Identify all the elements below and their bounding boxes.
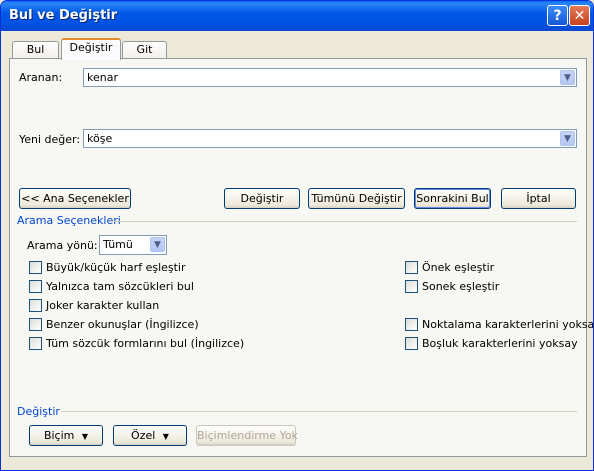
search-direction-label: Arama yönü: — [27, 239, 98, 252]
tab-goto[interactable]: Git — [122, 41, 167, 59]
search-direction-value: Tümü — [103, 238, 133, 251]
cancel-button[interactable]: İptal — [501, 188, 576, 209]
ignore-whitespace-label: Boşluk karakterlerini yoksay — [422, 337, 578, 350]
whole-words-label: Yalnızca tam sözcükleri bul — [46, 280, 194, 293]
format-button[interactable]: Biçim ▼ — [29, 425, 103, 446]
wildcards-checkbox[interactable] — [29, 299, 42, 312]
find-value: kenar — [87, 71, 118, 84]
replace-section-divider — [61, 411, 577, 412]
help-button[interactable]: ? — [547, 5, 568, 26]
special-button-label: Özel — [131, 429, 156, 442]
match-case-checkbox[interactable] — [29, 261, 42, 274]
ignore-whitespace-checkbox[interactable] — [405, 337, 418, 350]
ignore-punctuation-checkbox[interactable] — [405, 318, 418, 331]
tab-replace[interactable]: Değiştir — [61, 38, 121, 60]
sounds-like-label: Benzer okunuşlar (İngilizce) — [46, 318, 199, 331]
match-prefix-checkbox[interactable] — [405, 261, 418, 274]
ignore-punctuation-label: Noktalama karakterlerini yoksay — [422, 318, 594, 331]
no-formatting-button[interactable]: Biçimlendirme Yok — [196, 425, 298, 446]
all-word-forms-checkbox[interactable] — [29, 337, 42, 350]
match-prefix-label: Önek eşleştir — [422, 261, 495, 274]
replace-section-title: Değiştir — [17, 405, 60, 418]
sounds-like-checkbox[interactable] — [29, 318, 42, 331]
window-title: Bul ve Değiştir — [9, 8, 118, 23]
search-options-title: Arama Seçenekleri — [17, 214, 121, 227]
chevron-down-icon[interactable]: ▼ — [560, 70, 575, 85]
search-direction-select[interactable]: Tümü ▼ — [99, 235, 167, 255]
find-replace-dialog: Bul ve Değiştir ? ✕ Bul Değiştir Git Ara… — [0, 0, 594, 471]
whole-words-checkbox[interactable] — [29, 280, 42, 293]
wildcards-label: Joker karakter kullan — [46, 299, 160, 312]
chevron-down-icon[interactable]: ▼ — [560, 131, 575, 146]
replace-all-button[interactable]: Tümünü Değiştir — [308, 188, 405, 209]
dropdown-arrow-icon: ▼ — [162, 432, 169, 441]
match-case-label: Büyük/küçük harf eşleştir — [46, 261, 186, 274]
format-button-label: Biçim — [43, 429, 75, 442]
search-options-divider — [111, 221, 577, 222]
title-bar[interactable]: Bul ve Değiştir ? ✕ — [1, 1, 593, 31]
replace-label: Yeni değer: — [19, 133, 81, 146]
match-suffix-label: Sonek eşleştir — [422, 280, 500, 293]
less-options-button[interactable]: << Ana Seçenekler — [19, 188, 131, 209]
all-word-forms-label: Tüm sözcük formlarını bul (İngilizce) — [46, 337, 245, 350]
close-button[interactable]: ✕ — [569, 5, 590, 26]
find-next-button[interactable]: Sonrakini Bul — [414, 188, 491, 209]
replace-value: köşe — [87, 132, 113, 145]
tab-find[interactable]: Bul — [12, 41, 59, 59]
chevron-down-icon[interactable]: ▼ — [150, 237, 165, 252]
match-suffix-checkbox[interactable] — [405, 280, 418, 293]
dropdown-arrow-icon: ▼ — [81, 432, 89, 441]
find-label: Aranan: — [19, 71, 63, 84]
special-button[interactable]: Özel ▼ — [113, 425, 187, 446]
tab-panel — [9, 58, 587, 457]
replace-combo[interactable]: köşe ▼ — [83, 129, 577, 148]
replace-button[interactable]: Değiştir — [224, 188, 300, 209]
find-combo[interactable]: kenar ▼ — [83, 68, 577, 87]
